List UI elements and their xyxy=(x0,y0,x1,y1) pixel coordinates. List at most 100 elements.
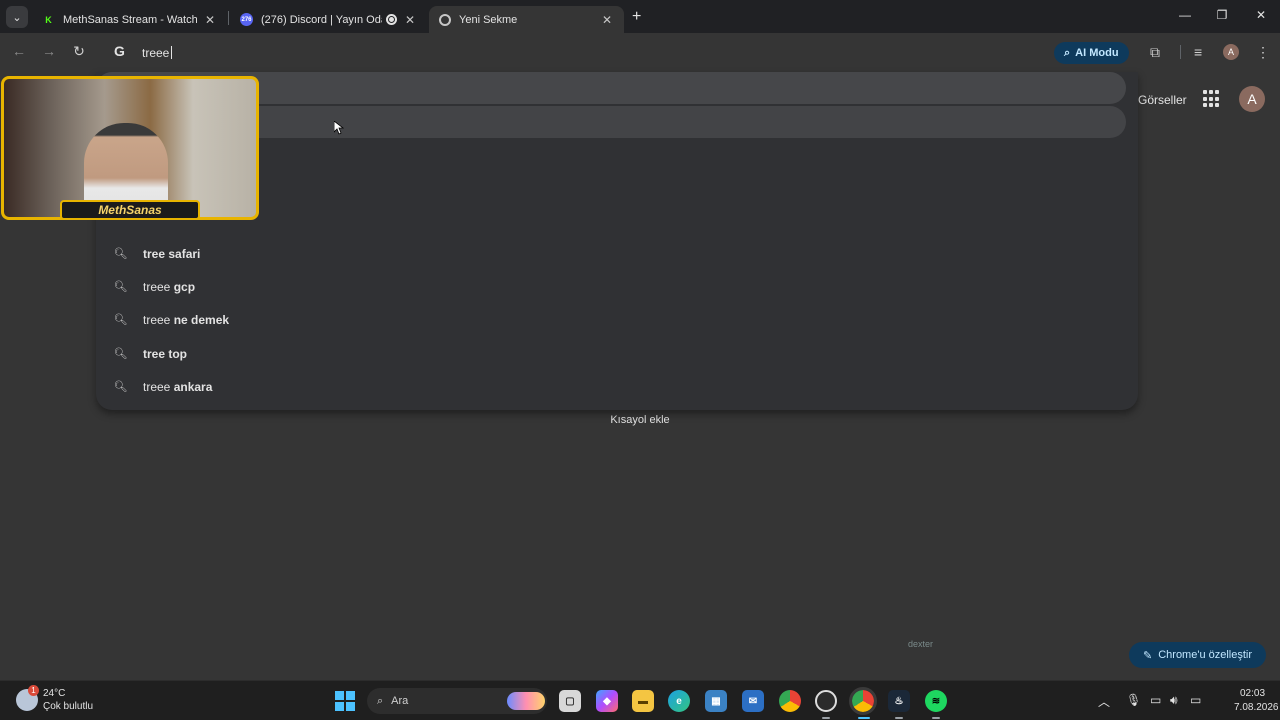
network-icon[interactable]: ▭ xyxy=(1150,693,1161,707)
running-indicator xyxy=(895,717,903,719)
obs-icon[interactable] xyxy=(815,690,837,712)
minimize-icon: — xyxy=(1179,8,1191,22)
microphone-icon[interactable]: 🎙︎ xyxy=(1126,693,1141,707)
playlist-icon: ≡ xyxy=(1194,44,1203,60)
images-link[interactable]: Görseller xyxy=(1138,93,1187,107)
taskbar-search-label: Ara xyxy=(391,695,409,707)
weather-temperature[interactable]: 24°C xyxy=(43,688,65,699)
tab-strip: ⌄ K MethSanas Stream - Watch Live ✕ 276 … xyxy=(0,0,1280,33)
recording-icon xyxy=(386,14,397,25)
forward-button[interactable]: → xyxy=(40,43,58,59)
search-icon: 🔍︎ xyxy=(113,281,128,293)
new-tab-button[interactable]: + xyxy=(632,8,641,26)
suggestion-completion: tree safari xyxy=(143,246,201,261)
restore-icon: ❐ xyxy=(1216,8,1228,22)
file-explorer-icon[interactable]: ▬ xyxy=(632,690,654,712)
search-highlight-icon xyxy=(507,692,545,710)
suggestion-item[interactable]: 🔍︎ treee gcp xyxy=(96,270,1138,303)
watermark-text: dexter xyxy=(908,639,934,649)
search-icon: ⌕ xyxy=(377,694,384,707)
arrow-right-icon: → xyxy=(42,43,56,59)
extensions-button[interactable]: ⧉ xyxy=(1150,44,1160,61)
search-icon: 🔍︎ xyxy=(113,381,128,393)
google-icon: G xyxy=(114,43,125,59)
ai-mode-label: AI Modu xyxy=(1075,47,1119,59)
running-indicator xyxy=(822,717,830,719)
webcam-video xyxy=(1,76,259,220)
suggestion-item[interactable]: 🔍︎ treee ankara xyxy=(96,370,1138,403)
suggestion-item[interactable]: 🔍︎ tree safari xyxy=(96,237,1138,270)
suggestion-prefix: treee xyxy=(143,279,174,294)
customize-chrome-label: Chrome'u özelleştir xyxy=(1158,649,1253,661)
tab-new-tab[interactable]: Yeni Sekme ✕ xyxy=(429,6,624,33)
omnibox-text: treee xyxy=(142,46,170,60)
add-shortcut-label[interactable]: Kısayol ekle xyxy=(0,414,1280,426)
search-icon: 🔍︎ xyxy=(113,248,128,260)
tab-title: MethSanas Stream - Watch Live xyxy=(63,13,197,26)
volume-icon[interactable]: 🔊︎ xyxy=(1170,693,1178,708)
steam-icon[interactable]: ♨ xyxy=(888,690,910,712)
media-controls-button[interactable]: ≡ xyxy=(1194,44,1202,60)
back-button[interactable]: ← xyxy=(10,43,28,59)
tab-methsanas-stream[interactable]: K MethSanas Stream - Watch Live ✕ xyxy=(32,6,227,33)
clock-date[interactable]: 7.08.2026 xyxy=(1234,702,1279,713)
restore-button[interactable]: ❐ xyxy=(1212,8,1232,22)
reload-icon: ↻ xyxy=(73,43,85,59)
profile-avatar[interactable]: A xyxy=(1223,44,1239,60)
chrome-icon xyxy=(439,13,451,26)
webcam-overlay: MethSanas xyxy=(0,74,260,222)
suggestion-completion: ankara xyxy=(173,379,213,394)
puzzle-icon: ⧉ xyxy=(1150,44,1160,60)
chrome-icon[interactable] xyxy=(779,690,801,712)
close-icon[interactable]: ✕ xyxy=(600,13,614,27)
chrome-active-icon[interactable] xyxy=(849,687,877,715)
menu-button[interactable]: ⋮ xyxy=(1256,44,1270,61)
google-apps-icon[interactable] xyxy=(1203,90,1221,108)
suggestion-completion: tree top xyxy=(143,346,188,361)
chevron-down-icon: ⌄ xyxy=(12,11,22,24)
start-button[interactable] xyxy=(335,691,355,711)
plus-icon: + xyxy=(632,8,642,25)
close-icon: ✕ xyxy=(1255,8,1267,22)
weather-description[interactable]: Çok bulutlu xyxy=(43,701,93,712)
clock-time[interactable]: 02:03 xyxy=(1240,688,1265,699)
active-indicator xyxy=(858,717,870,719)
ai-search-icon: ⌕ xyxy=(1064,46,1071,59)
close-icon[interactable]: ✕ xyxy=(203,13,217,27)
tab-search-button[interactable]: ⌄ xyxy=(6,6,28,28)
taskbar-search[interactable]: ⌕ Ara xyxy=(367,688,547,714)
tray-overflow-icon[interactable]: ︿ xyxy=(1098,693,1110,710)
tab-separator xyxy=(228,11,229,25)
close-window-button[interactable]: ✕ xyxy=(1251,8,1271,22)
weather-badge: 1 xyxy=(28,685,39,696)
suggestion-item[interactable]: 🔍︎ tree top xyxy=(96,337,1138,370)
account-avatar[interactable]: A xyxy=(1239,86,1265,112)
toolbar: ← → ↻ G treee ⌕ AI Modu ⧉ ≡ A ⋮ xyxy=(0,33,1280,72)
close-icon[interactable]: ✕ xyxy=(403,13,417,27)
suggestion-completion: ne demek xyxy=(173,312,230,327)
suggestion-item[interactable]: 🔍︎ treee ne demek xyxy=(96,303,1138,336)
battery-icon[interactable]: ▭ xyxy=(1190,693,1201,707)
suggestion-completion: gcp xyxy=(173,279,196,294)
spotify-icon[interactable]: ≋ xyxy=(925,690,947,712)
tab-title: Yeni Sekme xyxy=(459,13,518,26)
copilot-icon[interactable]: ◆ xyxy=(596,690,618,712)
edge-icon[interactable]: e xyxy=(668,690,690,712)
suggestion-prefix: treee xyxy=(143,379,174,394)
search-icon: 🔍︎ xyxy=(113,348,128,360)
arrow-left-icon: ← xyxy=(12,43,26,59)
tab-discord[interactable]: 276 (276) Discord | Yayın Odası | ✕ xyxy=(230,6,427,33)
customize-chrome-button[interactable]: ✎ Chrome'u özelleştir xyxy=(1129,642,1267,668)
pencil-icon: ✎ xyxy=(1143,649,1153,662)
mail-icon[interactable]: ✉ xyxy=(742,690,764,712)
discord-icon: 276 xyxy=(240,13,253,26)
minimize-button[interactable]: — xyxy=(1175,8,1195,22)
store-icon[interactable]: ▦ xyxy=(705,690,727,712)
mouse-cursor-icon xyxy=(333,120,345,140)
search-icon: 🔍︎ xyxy=(113,314,128,326)
ai-mode-button[interactable]: ⌕ AI Modu xyxy=(1054,42,1129,64)
omnibox-input[interactable]: treee xyxy=(142,46,173,60)
reload-button[interactable]: ↻ xyxy=(70,43,88,60)
task-view-icon[interactable]: ▢ xyxy=(559,690,581,712)
toolbar-divider xyxy=(1180,45,1181,59)
